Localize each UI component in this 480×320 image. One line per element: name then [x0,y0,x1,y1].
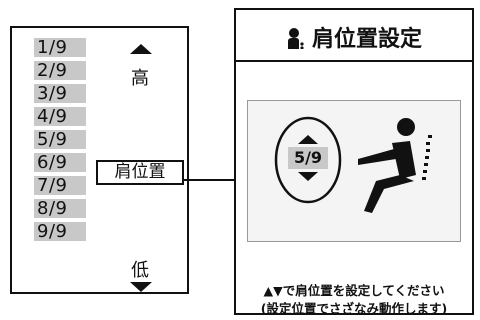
scale-item-8: 8/9 [34,199,86,218]
down-arrow-icon [130,282,152,292]
scale-item-2: 2/9 [34,61,86,80]
device-screen: 肩位置設定 5/9 ▲▼で肩位置を設定してください (設定位置でさざなみ動作しま… [234,8,474,316]
scale-item-1: 1/9 [34,38,86,57]
shoulder-position-tag: 肩位置 [96,160,184,185]
person-icon [287,28,304,49]
low-label: 低 [131,260,149,281]
setting-display: 5/9 [247,100,461,242]
title-divider [234,60,474,62]
scale-item-7: 7/9 [34,176,86,195]
scale-item-6: 6/9 [34,153,86,172]
increase-arrow-icon[interactable] [298,135,318,144]
instruction-line-1: ▲▼で肩位置を設定してください [263,283,445,298]
instruction-line-2: (設定位置でさざなみ動作します) [260,301,448,316]
high-label: 高 [131,68,149,89]
reclining-person-icon [358,118,432,213]
scale-list: 1/9 2/9 3/9 4/9 5/9 6/9 7/9 8/9 9/9 [34,38,86,245]
screen-title: 肩位置設定 [236,21,472,53]
scale-item-4: 4/9 [34,107,86,126]
up-arrow-icon [130,44,152,54]
scale-item-3: 3/9 [34,84,86,103]
screen-title-text: 肩位置設定 [311,27,422,52]
scale-item-5: 5/9 [34,130,86,149]
selected-position-value: 5/9 [288,147,328,169]
scale-item-9: 9/9 [34,222,86,241]
decrease-arrow-icon[interactable] [298,172,318,181]
